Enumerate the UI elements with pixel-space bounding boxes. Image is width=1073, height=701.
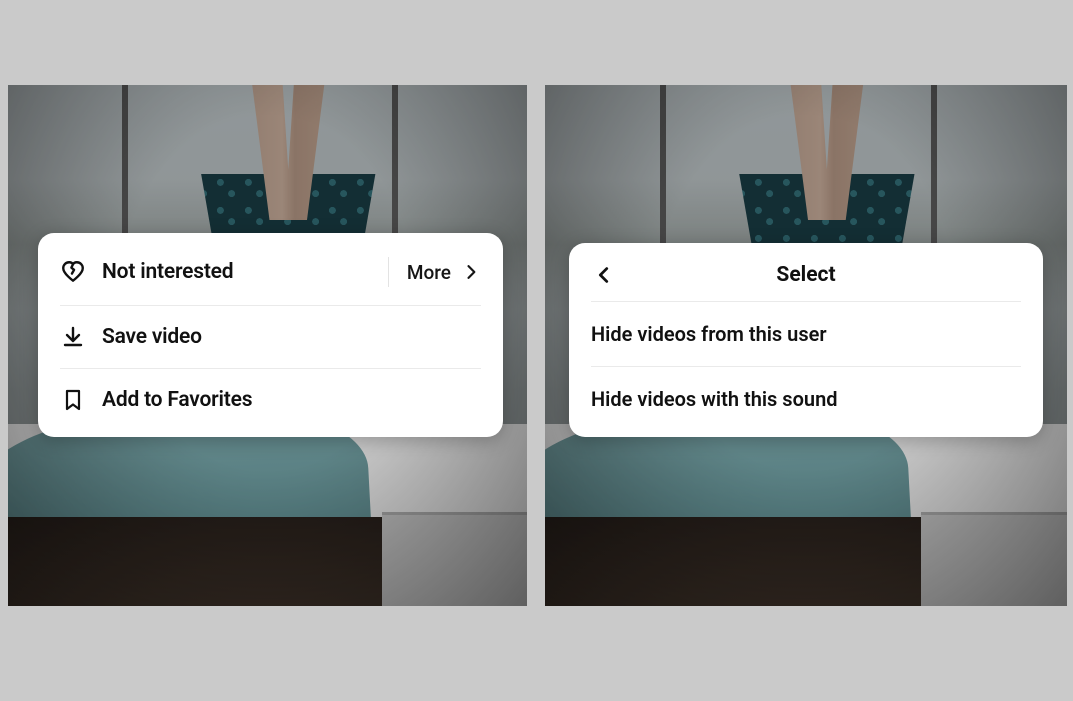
screenshot-right: Select Hide videos from this user Hide v… <box>545 85 1067 606</box>
screenshot-left: Not interested More Save video <box>8 85 527 606</box>
longpress-menu: Not interested More Save video <box>38 233 503 437</box>
select-menu: Select Hide videos from this user Hide v… <box>569 243 1043 437</box>
hide-sound-label: Hide videos with this sound <box>591 387 838 411</box>
hide-user-row[interactable]: Hide videos from this user <box>569 302 1043 366</box>
bookmark-icon <box>60 387 86 413</box>
select-title: Select <box>776 263 835 287</box>
hide-sound-row[interactable]: Hide videos with this sound <box>569 367 1043 431</box>
chevron-right-icon <box>461 262 481 282</box>
broken-heart-icon <box>60 259 86 285</box>
save-video-row[interactable]: Save video <box>60 305 481 368</box>
download-icon <box>60 324 86 350</box>
chevron-left-icon <box>593 264 615 286</box>
not-interested-label: Not interested <box>102 260 233 284</box>
add-favorites-row[interactable]: Add to Favorites <box>60 368 481 431</box>
more-button[interactable]: More <box>388 257 481 287</box>
select-header: Select <box>569 249 1043 301</box>
not-interested-row[interactable]: Not interested More <box>38 239 503 305</box>
more-label: More <box>407 261 451 284</box>
back-button[interactable] <box>587 258 621 292</box>
save-video-label: Save video <box>102 325 202 349</box>
add-favorites-label: Add to Favorites <box>102 388 252 412</box>
hide-user-label: Hide videos from this user <box>591 322 827 346</box>
